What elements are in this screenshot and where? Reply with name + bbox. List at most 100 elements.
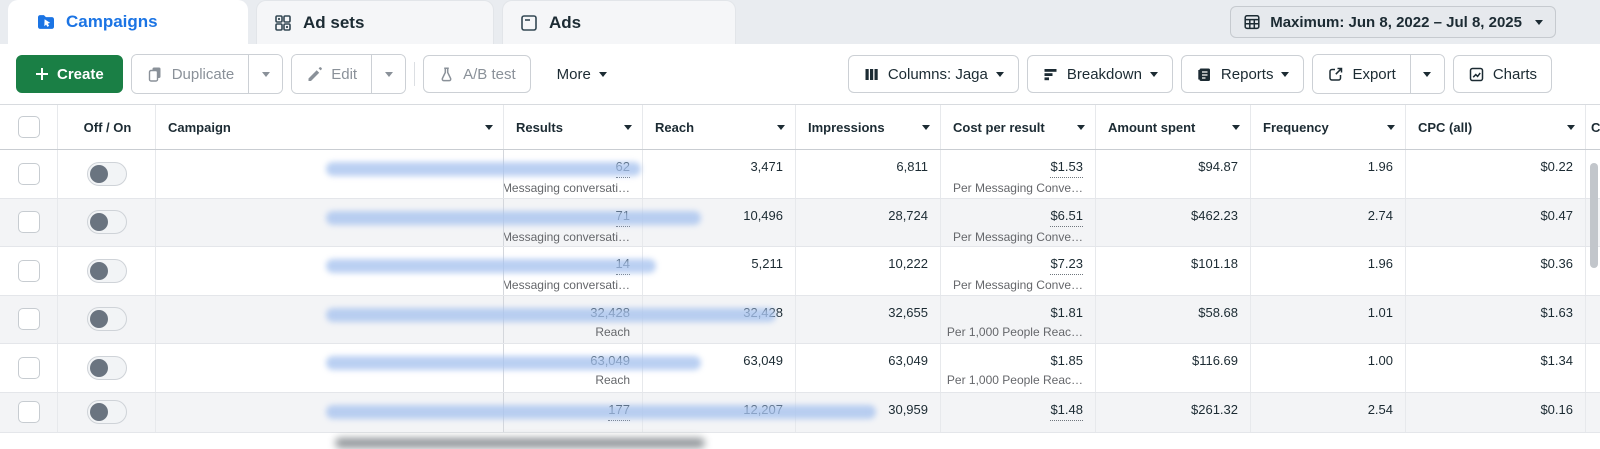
more-button[interactable]: More (546, 55, 617, 93)
pencil-icon (306, 66, 323, 83)
frequency-cell: 2.54 (1250, 392, 1405, 432)
columns-button[interactable]: Columns: Jaga (847, 55, 1019, 93)
cost-per-result-cell: $1.85 Per 1,000 People Reac… (940, 344, 1095, 392)
redacted-summary-text (335, 437, 705, 448)
header-amount-spent[interactable]: Amount spent (1095, 105, 1250, 149)
vertical-scrollbar[interactable] (1590, 163, 1598, 268)
cpc-cell: $1.63 (1405, 295, 1585, 343)
ad-sets-grid-icon (273, 13, 293, 33)
reach-cell: 3,471 (642, 150, 795, 198)
cpc-cell: $1.34 (1405, 344, 1585, 392)
columns-label: Columns: Jaga (887, 65, 988, 83)
date-range-label: Maximum: Jun 8, 2022 – Jul 8, 2025 (1270, 13, 1522, 31)
header-cpc[interactable]: CPC (all) (1405, 105, 1585, 149)
campaign-name-cell[interactable] (155, 247, 656, 295)
ab-test-button[interactable]: A/B test (423, 55, 531, 93)
date-range-button[interactable]: Maximum: Jun 8, 2022 – Jul 8, 2025 (1230, 6, 1556, 38)
toolbar-divider (414, 62, 416, 86)
breakdown-icon (1042, 66, 1059, 83)
campaign-name-redacted (326, 307, 776, 322)
row-toggle-cell (57, 247, 155, 295)
campaign-name-cell[interactable] (155, 295, 776, 343)
campaign-toggle[interactable] (86, 307, 127, 332)
chevron-down-icon (1149, 71, 1158, 77)
impressions-cell: 63,049 (795, 344, 940, 392)
edit-button[interactable]: Edit (292, 55, 372, 93)
header-results[interactable]: Results (503, 105, 642, 149)
reports-icon (1196, 66, 1213, 83)
chevron-down-icon (995, 71, 1004, 77)
charts-icon (1468, 66, 1485, 83)
row-checkbox[interactable] (17, 401, 40, 423)
export-dropdown-caret[interactable] (1409, 55, 1444, 93)
row-checkbox[interactable] (17, 162, 40, 185)
header-frequency[interactable]: Frequency (1250, 105, 1405, 149)
impressions-cell: 6,811 (795, 150, 940, 198)
tab-ads[interactable]: Ads (502, 0, 736, 44)
duplicate-dropdown-caret[interactable] (248, 55, 283, 93)
row-checkbox[interactable] (17, 211, 40, 234)
cpc-cell: $0.47 (1405, 198, 1585, 246)
export-button[interactable]: Export (1313, 55, 1410, 93)
edit-dropdown-caret[interactable] (371, 55, 406, 93)
campaign-name-redacted (326, 356, 701, 370)
flask-icon (438, 66, 455, 83)
toggle-knob (89, 261, 108, 280)
campaign-name-redacted (326, 259, 656, 273)
header-reach[interactable]: Reach (642, 105, 795, 149)
select-all-checkbox[interactable] (17, 116, 40, 138)
frequency-cell: 1.00 (1250, 344, 1405, 392)
campaign-toggle[interactable] (86, 258, 127, 283)
table-row: 177 12,207 30,959 $1.48 $261.32 2.54 $0.… (0, 392, 1600, 433)
tab-ad-sets[interactable]: Ad sets (256, 0, 494, 44)
frequency-cell: 1.96 (1250, 247, 1405, 295)
export-button-group: Export (1312, 54, 1445, 94)
charts-label: Charts (1492, 65, 1537, 83)
more-label: More (556, 65, 591, 83)
toggle-knob (89, 213, 108, 232)
clipped-column-cell (1585, 344, 1600, 392)
breakdown-button[interactable]: Breakdown (1026, 55, 1173, 93)
reports-button[interactable]: Reports (1180, 55, 1305, 93)
cpc-cell: $0.36 (1405, 247, 1585, 295)
campaign-toggle[interactable] (86, 355, 127, 380)
header-cost-per-result[interactable]: Cost per result (940, 105, 1095, 149)
table-row: 63,049Reach 63,049 63,049 $1.85Per 1,000… (0, 344, 1600, 393)
plus-icon (35, 67, 49, 81)
sort-caret-icon (1232, 124, 1240, 130)
amount-spent-cell: $58.68 (1095, 295, 1250, 343)
campaign-toggle[interactable] (86, 210, 127, 235)
campaign-toggle[interactable] (86, 400, 127, 424)
cpc-cell: $0.16 (1405, 392, 1585, 432)
header-campaign[interactable]: Campaign (155, 105, 503, 149)
amount-spent-cell: $261.32 (1095, 392, 1250, 432)
campaign-name-cell[interactable] (155, 392, 876, 432)
campaign-name-cell[interactable] (155, 344, 701, 392)
amount-spent-cell: $101.18 (1095, 247, 1250, 295)
charts-button[interactable]: Charts (1452, 55, 1552, 93)
create-button[interactable]: Create (16, 55, 123, 93)
select-all-cell (0, 105, 57, 149)
actions-toolbar: Create Duplicate Edit A/B test More Colu… (0, 44, 1600, 105)
tab-campaigns[interactable]: Campaigns (8, 0, 248, 44)
row-select-cell (0, 344, 57, 392)
row-checkbox[interactable] (17, 259, 40, 282)
row-toggle-cell (57, 198, 155, 246)
header-impressions[interactable]: Impressions (795, 105, 940, 149)
row-select-cell (0, 150, 57, 198)
edit-button-group: Edit (291, 54, 407, 94)
duplicate-label: Duplicate (171, 65, 235, 83)
table-row: 14Messaging conversati… 5,211 10,222 $7.… (0, 247, 1600, 296)
toggle-knob (89, 403, 108, 421)
campaign-toggle[interactable] (86, 161, 127, 186)
duplicate-button[interactable]: Duplicate (131, 55, 249, 93)
table-header-row: Off / On Campaign Results Reach Impressi… (0, 105, 1600, 150)
table-row: 71Messaging conversati… 10,496 28,724 $6… (0, 198, 1600, 247)
campaign-name-cell[interactable] (155, 150, 641, 198)
row-checkbox[interactable] (17, 356, 40, 379)
create-label: Create (57, 65, 104, 83)
campaign-name-cell[interactable] (155, 198, 701, 246)
row-checkbox[interactable] (17, 308, 40, 331)
impressions-cell: 10,222 (795, 247, 940, 295)
ab-test-label: A/B test (463, 65, 516, 83)
